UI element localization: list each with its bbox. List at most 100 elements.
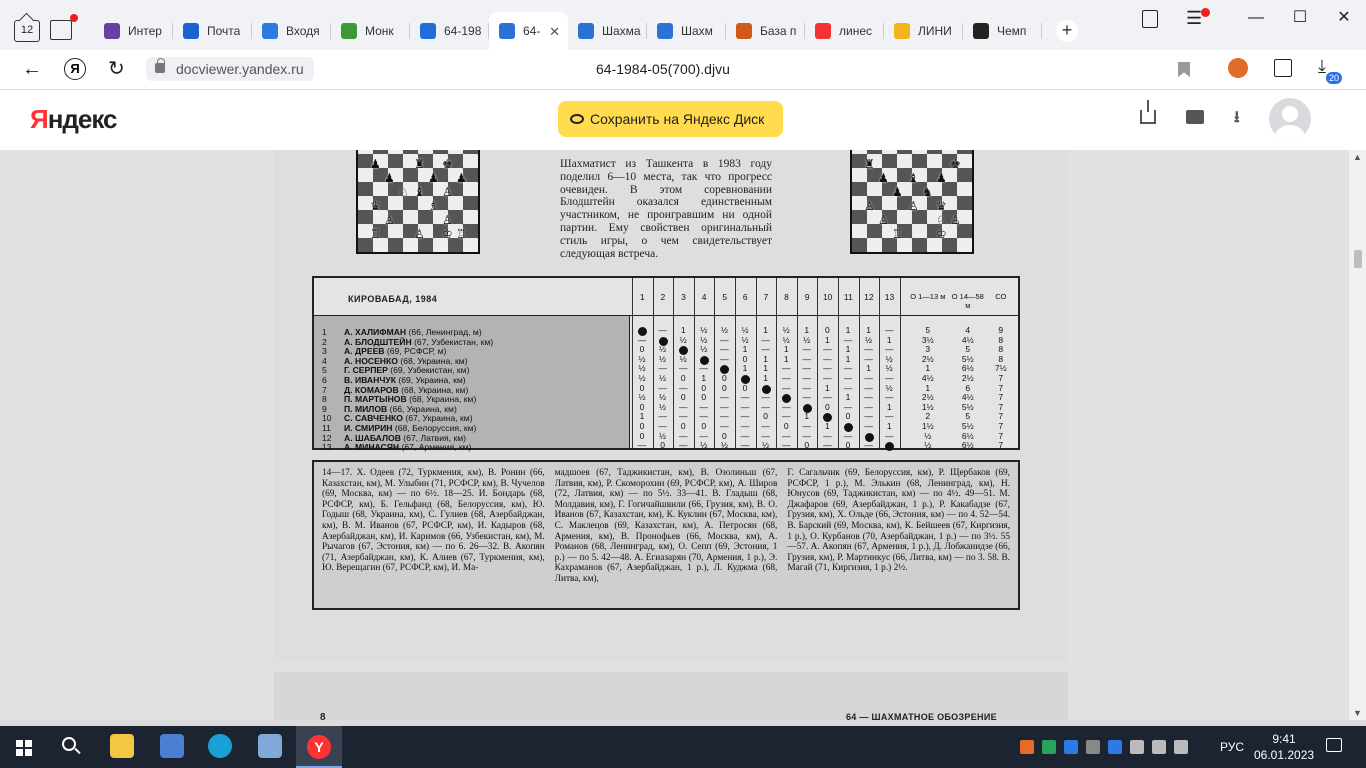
tab-title: 64- xyxy=(523,24,541,38)
scroll-down-icon[interactable]: ▼ xyxy=(1353,708,1362,718)
volume-icon[interactable] xyxy=(1174,740,1188,754)
wifi-icon[interactable] xyxy=(1152,740,1166,754)
url-field[interactable]: docviewer.yandex.ru xyxy=(146,57,314,81)
player-info: (67, Латвия, км) xyxy=(403,432,466,443)
crosstable-cell: — xyxy=(761,344,770,355)
crosstable-cell: 0 xyxy=(722,373,727,383)
crosstable-score-header: О 14—58 м xyxy=(951,292,984,310)
reload-icon[interactable]: ↻ xyxy=(108,56,125,81)
player-name: В. ИВАНЧУК xyxy=(344,375,396,385)
crosstable-cell: — xyxy=(864,421,873,431)
document-viewer[interactable]: ♟ ♜ ♚ ♟ ♟ ♟ ♘ ♝ ♙ ♛ ♗ ♙ ♙ ♖ ♙ ♔ ♖ Шахматист из Ташк… xyxy=(0,150,1366,720)
save-to-disk-button[interactable]: Сохранить на Яндекс Диск xyxy=(558,101,783,137)
tab-counter-button[interactable]: 12 xyxy=(14,20,40,42)
document-icon xyxy=(578,23,594,39)
minimize-button[interactable]: — xyxy=(1234,0,1278,36)
language-indicator[interactable]: РУС xyxy=(1220,740,1244,754)
tray-app-icon[interactable] xyxy=(1020,740,1034,754)
standings-column-2: мадшоев (67, Таджикистан, км), В. Озолин… xyxy=(554,468,778,584)
crosstable-column-header: 13 xyxy=(884,292,895,302)
edge-icon[interactable] xyxy=(208,734,232,758)
avatar[interactable] xyxy=(1269,98,1311,140)
crosstable-cell: — xyxy=(720,353,729,364)
yandex-logo[interactable]: Яндекс xyxy=(30,104,117,135)
tab-title: Почта xyxy=(207,24,241,38)
crosstable-cell: — xyxy=(761,421,770,431)
crosstable-cell: ½ xyxy=(659,392,667,403)
tab-title: Входя xyxy=(286,24,320,38)
control-panel-icon[interactable] xyxy=(160,734,184,758)
browser-tab[interactable]: линес xyxy=(805,12,884,50)
crosstable-cell: 1 xyxy=(886,421,892,431)
crosstable-column-line xyxy=(899,278,901,448)
browser-tab[interactable]: 64-198 xyxy=(410,12,489,50)
crosstable-score-cell: 8 xyxy=(998,344,1004,355)
browser-tab[interactable]: Монк xyxy=(331,12,410,50)
crosstable-score-cell: 5½ xyxy=(961,421,974,431)
usb-icon[interactable] xyxy=(1086,740,1100,754)
bluetooth-icon[interactable] xyxy=(1064,740,1078,754)
browser-tab[interactable]: ЛИНИ xyxy=(884,12,963,50)
search-icon[interactable] xyxy=(62,737,76,751)
crosstable-cell: — xyxy=(823,344,832,355)
crosstable-cell: 0 xyxy=(783,421,789,431)
telegram-icon[interactable] xyxy=(1108,740,1122,754)
download-icon[interactable]: ⭳ xyxy=(1234,106,1240,133)
browser-tab[interactable]: База п xyxy=(726,12,805,50)
print-icon[interactable] xyxy=(1186,110,1204,124)
bookmark-icon[interactable] xyxy=(1178,62,1190,77)
tab-title: ЛИНИ xyxy=(918,24,952,38)
browser-tab[interactable]: Интер xyxy=(94,12,173,50)
collections-icon[interactable] xyxy=(1142,10,1158,28)
crosstable-cell: — xyxy=(658,421,667,431)
lock-icon[interactable] xyxy=(155,58,165,73)
article-text: Шахматист из Ташкента в 1983 году подели… xyxy=(560,158,772,260)
tab-title: База п xyxy=(760,24,797,38)
docviewer-header: Яндекс Сохранить на Яндекс Диск ⭳ xyxy=(0,90,1366,150)
player-info: (66, Ленинград, м) xyxy=(408,327,482,337)
crosstable-cell: ½ xyxy=(679,334,687,345)
crosstable-score-cell: 3 xyxy=(925,344,931,355)
browser-tab[interactable]: Почта xyxy=(173,12,252,50)
close-tab-icon[interactable]: ✕ xyxy=(549,24,560,40)
scroll-up-icon[interactable]: ▲ xyxy=(1353,152,1362,162)
browser-tab[interactable]: Шахма xyxy=(568,12,647,50)
close-window-button[interactable]: ✕ xyxy=(1322,0,1366,36)
rose-icon xyxy=(104,23,120,39)
back-arrow-icon[interactable]: ← xyxy=(22,58,42,81)
new-tab-button[interactable]: + xyxy=(1056,20,1078,42)
vertical-scrollbar[interactable]: ▲ ▼ xyxy=(1349,150,1366,720)
crosstable-cell: — xyxy=(864,373,873,383)
share-icon[interactable] xyxy=(1140,100,1156,124)
battery-icon[interactable] xyxy=(1130,740,1144,754)
player-number: 8 xyxy=(322,394,327,405)
extension-icon[interactable] xyxy=(1228,58,1248,78)
file-explorer-icon[interactable] xyxy=(110,734,134,758)
browser-tab[interactable]: Шахм xyxy=(647,12,726,50)
clock[interactable]: 9:41 06.01.2023 xyxy=(1254,731,1314,763)
crosstable-score-header: О 1—13 м xyxy=(910,292,946,301)
scanner-app-icon[interactable] xyxy=(258,734,282,758)
browser-menu-button[interactable]: ☰ xyxy=(1186,8,1211,27)
system-tray xyxy=(1020,738,1188,756)
downloads-icon[interactable]: ⤓ xyxy=(1318,56,1326,77)
shield-icon[interactable] xyxy=(1042,740,1056,754)
scrollbar-thumb[interactable] xyxy=(1354,250,1362,268)
screenshot-extension-icon[interactable] xyxy=(1274,59,1292,77)
browser-tab[interactable]: Чемп xyxy=(963,12,1042,50)
tab-groups-icon[interactable] xyxy=(50,14,78,40)
windows-start-icon[interactable] xyxy=(16,740,32,756)
crosstable-column-header: 10 xyxy=(822,292,833,302)
crosstable-player-row: 5 Г. СЕРПЕР (69, Узбекистан, км) xyxy=(322,365,469,375)
browser-tab[interactable]: 64- ✕ xyxy=(489,12,568,50)
yandex-button-icon[interactable]: Я xyxy=(64,58,86,80)
crosstable-cell: ½ xyxy=(638,392,646,403)
tab-title: Чемп xyxy=(997,24,1027,38)
crosstable-cell: 1 xyxy=(701,373,707,383)
browser-tab[interactable]: Входя xyxy=(252,12,331,50)
crosstable-score-cell: 2½ xyxy=(961,373,974,383)
yandex-browser-icon[interactable]: Y xyxy=(307,735,331,759)
clock-date: 06.01.2023 xyxy=(1254,748,1315,762)
notifications-icon[interactable] xyxy=(1326,738,1342,752)
maximize-button[interactable]: ☐ xyxy=(1278,0,1322,36)
